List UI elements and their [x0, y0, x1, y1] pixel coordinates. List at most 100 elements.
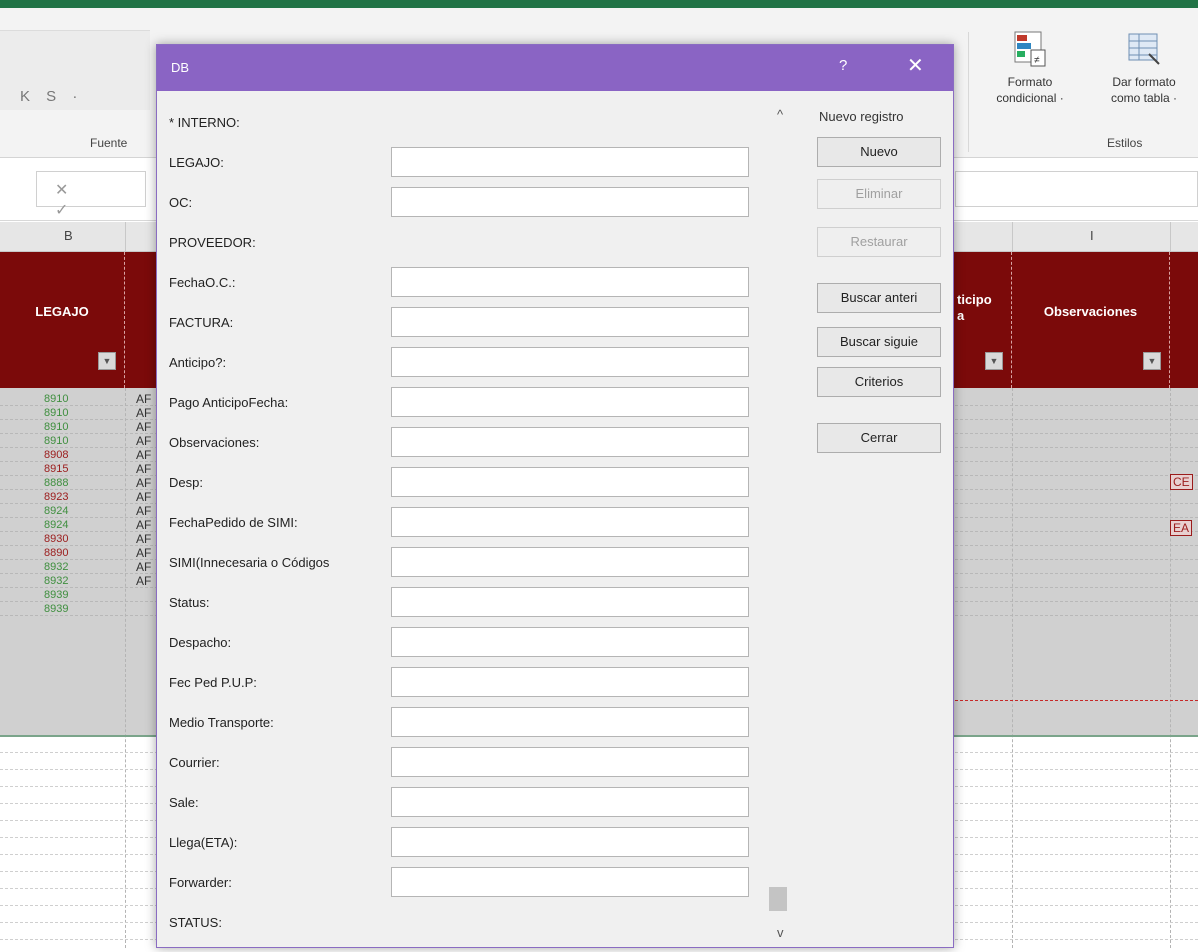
scrollbar-thumb[interactable] — [769, 887, 787, 911]
legajo-cell[interactable]: 8910 — [44, 420, 114, 434]
ar-cell[interactable]: AF — [136, 434, 151, 448]
header-anticipo: ticipo a ▼ — [955, 252, 1012, 388]
field-label: Desp: — [169, 475, 203, 490]
field-input[interactable] — [391, 827, 749, 857]
legajo-cell[interactable]: 8910 — [44, 392, 114, 406]
column-divider — [1012, 388, 1013, 948]
header-legajo: LEGAJO ▼ — [0, 252, 125, 388]
field-input[interactable] — [391, 867, 749, 897]
field-input[interactable] — [391, 387, 749, 417]
ar-cell[interactable]: AF — [136, 546, 151, 560]
ar-cell[interactable]: AF — [136, 490, 151, 504]
field-input[interactable] — [391, 587, 749, 617]
field-input[interactable] — [391, 147, 749, 177]
field-input[interactable] — [391, 347, 749, 377]
formula-cancel-enter[interactable]: ✕ ✓ — [36, 171, 146, 219]
buscar-anterior-button[interactable]: Buscar anteri — [817, 283, 941, 313]
conditional-format-button[interactable]: ≠ Formato condicional · — [985, 30, 1075, 106]
field-input[interactable] — [391, 547, 749, 577]
field-label: PROVEEDOR: — [169, 235, 256, 250]
legajo-cell[interactable]: 8932 — [44, 574, 114, 588]
font-format-icons[interactable]: K S · — [20, 88, 83, 105]
ar-cell[interactable]: AF — [136, 462, 151, 476]
conditional-format-label-1: Formato — [1007, 75, 1053, 89]
field-label: OC: — [169, 195, 193, 210]
field-input[interactable] — [391, 467, 749, 497]
help-icon[interactable]: ? — [839, 57, 847, 74]
field-input[interactable] — [391, 747, 749, 777]
styles-group-label: Estilos — [1107, 136, 1143, 150]
field-input[interactable] — [391, 187, 749, 217]
field-label: Fec Ped P.U.P: — [169, 675, 257, 690]
legajo-cell[interactable]: 8890 — [44, 546, 114, 560]
field-input[interactable] — [391, 307, 749, 337]
field-input[interactable] — [391, 507, 749, 537]
column-divider — [1170, 388, 1171, 948]
ar-cell[interactable]: AF — [136, 406, 151, 420]
format-as-table-button[interactable]: Dar formato como tabla · — [1090, 30, 1198, 106]
field-label: FACTURA: — [169, 315, 234, 330]
legajo-cell[interactable]: 8910 — [44, 406, 114, 420]
legajo-cell[interactable]: 8924 — [44, 504, 114, 518]
ar-cell[interactable]: AF — [136, 504, 151, 518]
close-icon[interactable]: ✕ — [907, 53, 924, 78]
column-divider — [1012, 222, 1013, 252]
legajo-cell[interactable]: 8924 — [44, 518, 114, 532]
legajo-cell[interactable]: 8932 — [44, 560, 114, 574]
legajo-cell[interactable]: 8939 — [44, 602, 114, 616]
field-input[interactable] — [391, 427, 749, 457]
criterios-button[interactable]: Criterios — [817, 367, 941, 397]
legajo-cell[interactable]: 8939 — [44, 588, 114, 602]
header-anticipo-text-2: a — [957, 308, 965, 323]
outlined-cell[interactable]: CE — [1170, 474, 1193, 490]
filter-dropdown-icon[interactable]: ▼ — [985, 352, 1003, 370]
field-label: Forwarder: — [169, 875, 232, 890]
ar-cell[interactable]: AF — [136, 420, 151, 434]
legajo-cell[interactable]: 8908 — [44, 448, 114, 462]
ar-cell[interactable]: AF — [136, 448, 151, 462]
ar-cell[interactable]: AF — [136, 574, 151, 588]
legajo-cell[interactable]: 8888 — [44, 476, 114, 490]
legajo-cell[interactable]: 8915 — [44, 462, 114, 476]
svg-text:≠: ≠ — [1034, 55, 1040, 66]
format-as-table-icon — [1128, 33, 1160, 65]
buscar-siguiente-button[interactable]: Buscar siguie — [817, 327, 941, 357]
field-input[interactable] — [391, 627, 749, 657]
outlined-cell[interactable]: EA — [1170, 520, 1193, 536]
font-group-label: Fuente — [90, 136, 128, 150]
ar-cell[interactable]: AF — [136, 392, 151, 406]
field-input[interactable] — [391, 267, 749, 297]
formula-input[interactable] — [955, 171, 1198, 207]
column-divider — [125, 222, 126, 252]
filter-dropdown-icon[interactable]: ▼ — [98, 352, 116, 370]
excel-title-strip — [0, 0, 1198, 8]
nuevo-button[interactable]: Nuevo — [817, 137, 941, 167]
column-letter-i[interactable]: I — [1090, 228, 1094, 243]
data-form-dialog: DB ? ✕ * INTERNO: LEGAJO: OC: PROVEEDOR: Fec… — [156, 44, 954, 948]
cerrar-button[interactable]: Cerrar — [817, 423, 941, 453]
scroll-up-icon[interactable]: ^ — [777, 107, 783, 122]
ar-cell[interactable]: AF — [136, 476, 151, 490]
legajo-cell[interactable]: 8930 — [44, 532, 114, 546]
conditional-format-icon: ≠ — [1014, 31, 1046, 67]
field-label: FechaO.C.: — [169, 275, 236, 290]
legajo-cell[interactable]: 8923 — [44, 490, 114, 504]
ar-cell[interactable]: AF — [136, 532, 151, 546]
field-label: STATUS: — [169, 915, 222, 930]
ar-cell[interactable]: AF — [136, 518, 151, 532]
ar-cell[interactable]: AF — [136, 560, 151, 574]
format-as-table-label-1: Dar formato — [1112, 75, 1176, 89]
restaurar-button[interactable]: Restaurar — [817, 227, 941, 257]
field-input[interactable] — [391, 787, 749, 817]
legajo-cell[interactable]: 8910 — [44, 434, 114, 448]
field-input[interactable] — [391, 667, 749, 697]
dialog-title: DB — [171, 60, 190, 75]
field-label: Observaciones: — [169, 435, 260, 450]
scroll-down-icon[interactable]: v — [777, 925, 784, 940]
eliminar-button[interactable]: Eliminar — [817, 179, 941, 209]
selection-border — [955, 700, 1198, 701]
dialog-titlebar[interactable]: DB ? ✕ — [157, 45, 953, 91]
field-input[interactable] — [391, 707, 749, 737]
filter-dropdown-icon[interactable]: ▼ — [1143, 352, 1161, 370]
column-letter-b[interactable]: B — [64, 228, 73, 243]
